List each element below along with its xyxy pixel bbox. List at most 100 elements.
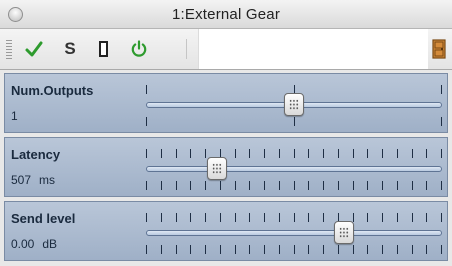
slider-tick	[294, 181, 295, 190]
value-number: 507	[11, 173, 32, 187]
slider-tick	[146, 85, 147, 94]
slider-tick	[426, 149, 427, 158]
slider-tick	[294, 245, 295, 254]
slider-tick	[397, 245, 398, 254]
slider-tick	[249, 245, 250, 254]
slider-tick	[161, 213, 162, 222]
slider-ticks-bottom	[146, 245, 442, 254]
window-title: 1:External Gear	[171, 6, 281, 23]
slider-tick	[176, 181, 177, 190]
slider-tick	[426, 245, 427, 254]
value-number: 0.00	[11, 237, 35, 251]
slider-thumb[interactable]	[207, 157, 227, 180]
title-bar: 1:External Gear	[0, 0, 452, 29]
toolbar-grip[interactable]	[6, 40, 12, 60]
slider-tick	[338, 245, 339, 254]
slider-tick	[146, 213, 147, 222]
slider-tick	[441, 85, 442, 94]
slider-tick	[367, 213, 368, 222]
parameter-value[interactable]: 1	[11, 109, 26, 123]
slider-tick	[235, 213, 236, 222]
slider-tick	[323, 181, 324, 190]
slider-tick	[161, 149, 162, 158]
slider-tick	[161, 245, 162, 254]
slider-tick	[146, 117, 147, 126]
plugin-window: 1:External Gear S Num.Outputs 1 Latency …	[0, 0, 452, 266]
slider-tick	[441, 149, 442, 158]
slider-tick	[235, 245, 236, 254]
slider-track[interactable]	[146, 230, 442, 236]
slider-tick	[264, 149, 265, 158]
slider-ticks-bottom	[146, 117, 442, 126]
slider-tick	[397, 149, 398, 158]
slider-thumb[interactable]	[334, 221, 354, 244]
slider-tick	[294, 117, 295, 126]
slider-tick	[308, 213, 309, 222]
slider-tick	[190, 149, 191, 158]
slider-tick	[279, 245, 280, 254]
slider-tick	[323, 149, 324, 158]
slider-tick	[382, 149, 383, 158]
open-button[interactable]	[430, 37, 448, 61]
power-button[interactable]	[128, 37, 150, 61]
slider-tick	[205, 149, 206, 158]
slider-tick	[264, 213, 265, 222]
apply-button[interactable]	[23, 37, 45, 61]
slider-tick	[412, 149, 413, 158]
slider-tick	[249, 149, 250, 158]
slider-tick	[190, 181, 191, 190]
slider-tick	[382, 213, 383, 222]
slider-tick	[279, 149, 280, 158]
slider-tick	[294, 149, 295, 158]
parameter-label: Latency	[11, 147, 61, 162]
solo-button[interactable]: S	[60, 37, 80, 61]
rectangle-icon	[98, 41, 108, 57]
parameter-value[interactable]: 507 ms	[11, 173, 55, 187]
slider-tick	[338, 181, 339, 190]
slider-tick	[220, 181, 221, 190]
slider-tick	[323, 245, 324, 254]
slider-tick	[176, 149, 177, 158]
value-unit: dB	[42, 237, 58, 251]
solo-label: S	[64, 39, 76, 58]
parameter-label: Num.Outputs	[11, 83, 94, 98]
value-number: 1	[11, 109, 18, 123]
slider-tick	[382, 245, 383, 254]
slider-tick	[279, 181, 280, 190]
slider-tick	[441, 181, 442, 190]
slider-track[interactable]	[146, 166, 442, 172]
slider-tick	[441, 245, 442, 254]
slider-tick	[426, 213, 427, 222]
slider-tick	[441, 213, 442, 222]
slider-tick	[190, 245, 191, 254]
slider-tick	[412, 245, 413, 254]
slider-tick	[279, 213, 280, 222]
slider-tick	[249, 181, 250, 190]
slider-tick	[264, 245, 265, 254]
value-unit: ms	[39, 173, 56, 187]
toolbar: S	[0, 29, 452, 70]
door-icon	[432, 39, 446, 59]
slider-tick	[426, 181, 427, 190]
slider-ticks-top	[146, 149, 442, 158]
slider-tick	[294, 213, 295, 222]
slider-tick	[249, 213, 250, 222]
power-icon	[131, 40, 147, 57]
slider-tick	[397, 181, 398, 190]
slider-tick	[220, 213, 221, 222]
slider-tick	[353, 149, 354, 158]
slider-tick	[205, 213, 206, 222]
slider-tick	[308, 149, 309, 158]
preset-field[interactable]	[198, 29, 428, 69]
slider-tick	[264, 181, 265, 190]
slider-tick	[146, 245, 147, 254]
slider-tick	[441, 117, 442, 126]
toolbar-separator	[186, 39, 187, 59]
parameter-value[interactable]: 0.00 dB	[11, 237, 57, 251]
slider-tick	[367, 245, 368, 254]
window-button[interactable]	[94, 37, 112, 61]
slider-tick	[205, 181, 206, 190]
slider-thumb[interactable]	[284, 93, 304, 116]
slider-tick	[205, 245, 206, 254]
slider-tick	[367, 181, 368, 190]
